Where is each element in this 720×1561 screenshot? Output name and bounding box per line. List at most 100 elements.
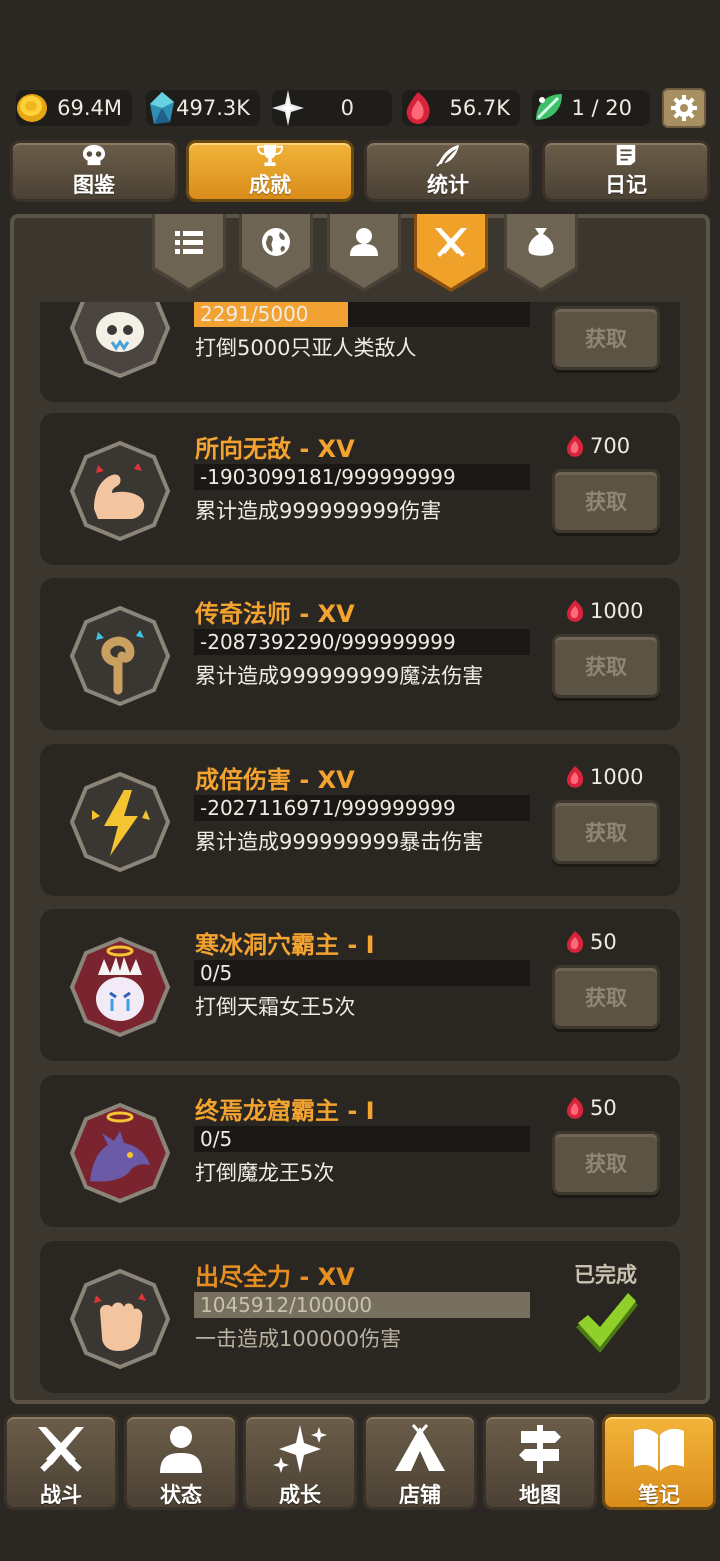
muscle-badge-icon (69, 440, 171, 542)
settings-button[interactable] (662, 88, 706, 128)
completed-label: 已完成 (574, 1263, 637, 1287)
gold-resource: 69.4M (16, 90, 132, 126)
claim-button[interactable]: 获取 (552, 469, 660, 533)
lightning-badge-icon (69, 771, 171, 873)
quill-icon (436, 144, 460, 167)
nav-growth[interactable]: 成长 (243, 1414, 357, 1510)
staff-badge-icon (69, 605, 171, 707)
leaf-gem-icon (536, 94, 562, 120)
achievement-card: 传奇法师 - XV 1000 -2087392290/999999999 累计造… (40, 578, 680, 730)
gear-icon (671, 95, 697, 121)
claim-button[interactable]: 获取 (552, 634, 660, 698)
reward-amount: 1000 (590, 599, 644, 623)
achievement-list[interactable]: 2291/5000 打倒5000只亚人类敌人 获取 所向无敌 - XV 700 (24, 302, 688, 1396)
achievement-progress-bar: 0/5 (194, 1126, 530, 1152)
achievement-title: 所向无敌 - XV (195, 435, 355, 463)
crossed-swords-icon (435, 228, 467, 257)
nav-battle-label: 战斗 (40, 1483, 82, 1507)
resource-bar: 69.4M 497.3K 0 56.7K 1 / 20 (0, 86, 720, 132)
achievement-title: 寒冰洞穴霸主 - I (195, 931, 375, 959)
achievement-title: 出尽全力 - XV (195, 1263, 355, 1291)
open-book-icon (634, 1428, 684, 1471)
tab-statistics[interactable]: 统计 (364, 140, 532, 202)
red-gem-icon (566, 766, 584, 788)
achievement-reward: 50 (562, 927, 617, 957)
list-icon (175, 231, 203, 254)
red-gem-icon (566, 600, 584, 622)
progress-text: -2027116971/999999999 (200, 796, 456, 820)
progress-text: -1903099181/999999999 (200, 465, 456, 489)
achievement-reward: 1000 (562, 762, 643, 792)
claim-button[interactable]: 获取 (552, 800, 660, 864)
achievement-card: 寒冰洞穴霸主 - I 50 0/5 打倒天霜女王5次 获取 (40, 909, 680, 1061)
achievement-progress-bar: 2291/5000 (194, 302, 530, 327)
nav-status[interactable]: 状态 (124, 1414, 238, 1510)
red-gem-value: 56.7K (449, 96, 510, 120)
claim-button[interactable]: 获取 (552, 965, 660, 1029)
status-person-icon (160, 1426, 202, 1473)
nav-map[interactable]: 地图 (483, 1414, 597, 1510)
achievement-desc: 一击造成100000伤害 (195, 1327, 402, 1351)
progress-text: 0/5 (200, 1127, 233, 1151)
nav-map-label: 地图 (519, 1483, 561, 1507)
progress-text: 2291/5000 (200, 302, 309, 326)
achievement-desc: 打倒天霜女王5次 (195, 995, 356, 1019)
signpost-icon (519, 1425, 561, 1473)
nav-shop-label: 店铺 (399, 1483, 441, 1507)
red-gem-icon (566, 1097, 584, 1119)
claim-button[interactable]: 获取 (552, 306, 660, 370)
tab-achievements[interactable]: 成就 (186, 140, 354, 202)
category-tab-bar (0, 214, 720, 294)
reward-amount: 50 (590, 930, 617, 954)
skull-icon (82, 144, 106, 166)
tab-codex[interactable]: 图鉴 (10, 140, 178, 202)
achievement-progress-bar: 0/5 (194, 960, 530, 986)
tab-diary-label: 日记 (605, 173, 647, 197)
achievement-progress-bar: -1903099181/999999999 (194, 464, 530, 490)
leaf-resource: 1 / 20 (532, 90, 650, 126)
reward-amount: 1000 (590, 765, 644, 789)
nav-battle[interactable]: 战斗 (4, 1414, 118, 1510)
claim-button[interactable]: 获取 (552, 1131, 660, 1195)
achievement-reward: 1000 (562, 596, 643, 626)
progress-text: 1045912/100000 (200, 1293, 373, 1317)
reward-amount: 700 (590, 434, 631, 458)
nav-notes-label: 笔记 (638, 1483, 680, 1507)
tab-statistics-label: 统计 (427, 173, 469, 197)
achievement-desc: 累计造成999999999魔法伤害 (195, 664, 484, 688)
tab-diary[interactable]: 日记 (542, 140, 710, 202)
person-icon (350, 228, 378, 256)
red-gem-icon (566, 931, 584, 953)
red-gem-icon (406, 92, 430, 124)
growth-sparkle-icon (273, 1425, 327, 1473)
achievement-card: 成倍伤害 - XV 1000 -2027116971/999999999 累计造… (40, 744, 680, 896)
achievement-card-completed: 出尽全力 - XV 已完成 1045912/100000 一击造成100000伤… (40, 1241, 680, 1393)
nav-shop[interactable]: 店铺 (363, 1414, 477, 1510)
achievement-progress-bar: -2087392290/999999999 (194, 629, 530, 655)
gold-coin-icon (17, 94, 47, 122)
shop-tent-icon (395, 1424, 445, 1471)
globe-icon (262, 228, 290, 256)
achievement-title: 成倍伤害 - XV (195, 766, 355, 794)
frost-queen-badge-icon (69, 936, 171, 1038)
star-shard-icon (272, 90, 304, 126)
battle-swords-icon (38, 1427, 84, 1472)
nav-notes[interactable]: 笔记 (602, 1414, 716, 1510)
top-tab-bar: 图鉴 成就 统计 日记 (0, 140, 720, 204)
trophy-icon (257, 144, 283, 167)
dragon-badge-icon (69, 1102, 171, 1204)
achievement-card: 所向无敌 - XV 700 -1903099181/999999999 累计造成… (40, 413, 680, 565)
tab-achievements-label: 成就 (249, 173, 291, 197)
achievement-desc: 累计造成999999999暴击伤害 (195, 830, 484, 854)
achievement-desc: 打倒5000只亚人类敌人 (195, 336, 417, 360)
loot-bag-icon (528, 228, 554, 256)
tab-codex-label: 图鉴 (73, 173, 115, 197)
achievement-desc: 打倒魔龙王5次 (195, 1161, 335, 1185)
achievement-title: 终焉龙窟霸主 - I (195, 1097, 375, 1125)
achievement-card: 终焉龙窟霸主 - I 50 0/5 打倒魔龙王5次 获取 (40, 1075, 680, 1227)
skull-badge-icon (69, 302, 171, 379)
red-gem-icon (566, 435, 584, 457)
crystal-value: 497.3K (176, 96, 250, 120)
leaf-value: 1 / 20 (571, 96, 632, 120)
nav-growth-label: 成长 (279, 1483, 321, 1507)
